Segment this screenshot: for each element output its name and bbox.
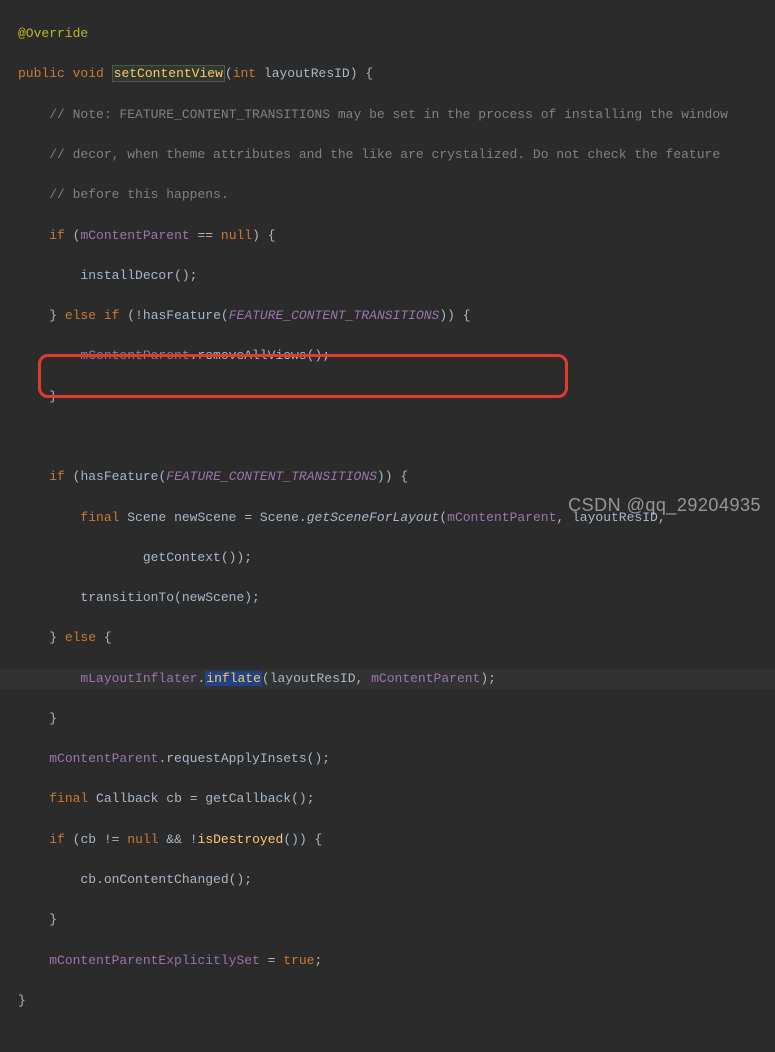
kw-void: void <box>73 66 104 81</box>
call-installdecor: installDecor(); <box>80 268 197 283</box>
watermark: CSDN @qq_29204935 <box>568 492 761 520</box>
param-layoutresid: layoutResID <box>264 66 350 81</box>
call-transitionto: transitionTo(newScene); <box>80 590 259 605</box>
call-oncontentchanged: cb.onContentChanged(); <box>80 872 252 887</box>
const-feature-content-transitions: FEATURE_CONTENT_TRANSITIONS <box>229 308 440 323</box>
field-mlayoutinflater: mLayoutInflater <box>80 671 197 686</box>
field-mcontentparent: mContentParent <box>80 228 189 243</box>
comment-line-3: // before this happens. <box>49 187 228 202</box>
method-name-setcontentview: setContentView <box>112 65 225 82</box>
call-inflate: inflate <box>205 671 262 686</box>
comment-line-1: // Note: FEATURE_CONTENT_TRANSITIONS may… <box>49 107 728 122</box>
field-mcontentparentexplicitlyset: mContentParentExplicitlySet <box>49 953 260 968</box>
kw-public: public <box>18 66 65 81</box>
comment-line-2: // decor, when theme attributes and the … <box>49 147 720 162</box>
annotation-override: @Override <box>18 26 88 41</box>
annotation-arrow <box>0 1031 775 1052</box>
kw-int: int <box>233 66 256 81</box>
call-getsceneforlayout: getSceneForLayout <box>307 510 440 525</box>
call-isdestroyed: isDestroyed <box>198 832 284 847</box>
